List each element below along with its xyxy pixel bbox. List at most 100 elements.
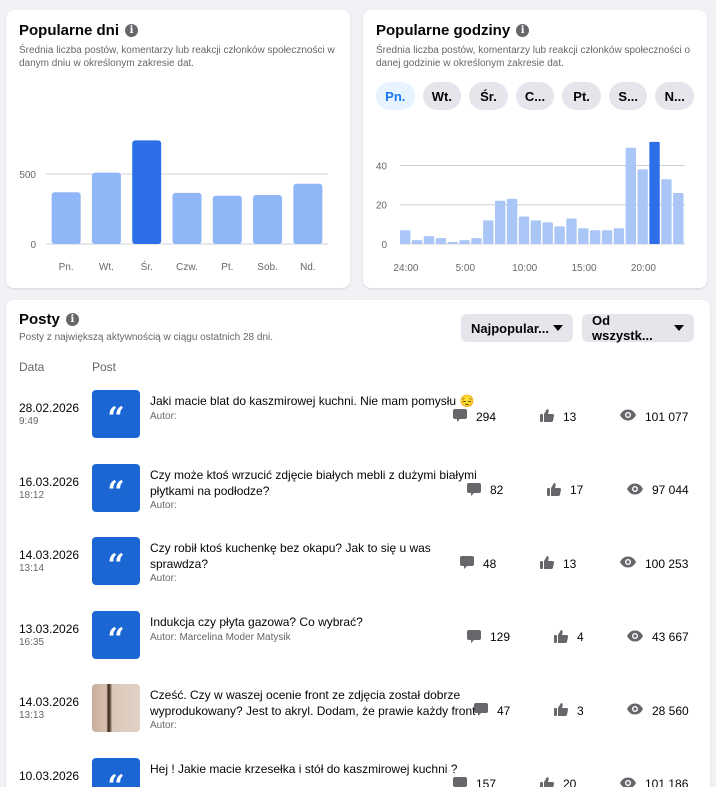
x-tick-label: 5:00 — [456, 263, 476, 274]
post-text[interactable]: Cześć. Czy w waszej ocenie front ze zdję… — [150, 687, 490, 719]
column-header-date[interactable]: Data — [19, 360, 44, 374]
reactions-stat: 17 — [546, 481, 583, 500]
comments-count: 157 — [476, 777, 497, 787]
eye-icon — [626, 628, 652, 647]
reactions-stat: 4 — [553, 628, 584, 647]
hour-bar — [447, 242, 458, 244]
thumbs-up-icon — [553, 701, 577, 720]
reactions-count: 17 — [570, 483, 584, 497]
sort-dropdown[interactable]: Najpopular... — [461, 314, 573, 342]
post-row[interactable]: 16.03.2026 18:12 “ Czy może ktoś wrzucić zd… — [6, 458, 702, 518]
thumbs-up-icon — [553, 628, 577, 647]
post-text[interactable]: Hej ! Jakie macie krzesełka i stół do ka… — [150, 761, 490, 777]
bar-Nd. — [293, 183, 323, 244]
post-text[interactable]: Czy może ktoś wrzucić zdjęcie białych me… — [150, 467, 490, 499]
comment-icon — [452, 775, 476, 787]
days-bar-chart: 0 500 Pn. Wt. Śr. Czw. Pt. Sob. Nd. — [19, 140, 328, 273]
quote-icon[interactable]: “ — [92, 463, 140, 512]
day-tab[interactable]: N... — [655, 82, 695, 110]
bar-Czw. — [172, 192, 202, 244]
hour-bar — [518, 216, 530, 244]
caret-down-icon — [553, 325, 563, 331]
reactions-count: 4 — [577, 630, 584, 644]
quote-icon[interactable]: “ — [92, 757, 140, 787]
views-count: 43 667 — [652, 630, 689, 644]
post-row[interactable]: 10.03.2026 “ Hej ! Jakie macie krzesełka i… — [6, 752, 702, 787]
hour-bar — [566, 218, 577, 244]
hour-bar — [554, 226, 565, 244]
x-tick-label: 20:00 — [631, 263, 656, 274]
views-stat: 28 560 — [626, 701, 689, 720]
day-tab[interactable]: Pn. — [376, 82, 415, 110]
range-dropdown[interactable]: Od wszystk... — [582, 313, 694, 343]
y-tick-label: 20 — [376, 201, 388, 212]
day-tab[interactable]: Pt. — [562, 82, 601, 110]
x-tick-label: Wt. — [99, 262, 114, 273]
post-row[interactable]: 14.03.2026 13:14 “ Czy robił ktoś kuchenkę … — [6, 531, 702, 591]
post-text[interactable]: Jaki macie blat do kaszmirowej kuchni. N… — [150, 393, 490, 409]
hour-bar — [613, 228, 625, 244]
reactions-count: 13 — [563, 409, 577, 424]
post-author: Autor: Marcelina Moder Matysik — [150, 631, 291, 643]
hour-bar — [578, 228, 589, 244]
reactions-stat: 13 — [539, 554, 576, 573]
post-image-thumbnail[interactable] — [92, 684, 140, 732]
day-tab[interactable]: Śr. — [469, 82, 508, 110]
post-row[interactable]: 13.03.2026 16:35 “ Indukcja czy płyta gazow… — [6, 605, 702, 665]
views-count: 101 186 — [645, 777, 689, 787]
quote-icon[interactable]: “ — [92, 610, 140, 659]
range-dropdown-label: Od wszystk... — [592, 313, 653, 343]
info-icon[interactable]: i — [125, 24, 139, 37]
eye-icon — [626, 701, 652, 720]
thumbs-up-icon — [539, 554, 563, 573]
info-icon[interactable]: i — [65, 313, 79, 326]
post-row[interactable]: 28.02.2026 9:49 “ Jaki macie blat do kaszmi… — [6, 384, 702, 444]
quote-icon[interactable]: “ — [92, 537, 140, 585]
x-tick-label: Nd. — [300, 262, 316, 273]
x-tick-label: 10:00 — [512, 263, 537, 274]
column-header-post: Post — [92, 360, 117, 374]
info-icon[interactable]: i — [516, 24, 530, 37]
quote-icon[interactable]: “ — [92, 390, 140, 438]
hour-bar — [661, 179, 672, 244]
comment-icon — [466, 628, 490, 647]
post-time: 13:14 — [19, 563, 45, 574]
post-date: 14.03.2026 — [19, 548, 80, 562]
bar-Pn. — [51, 192, 81, 244]
views-count: 28 560 — [652, 703, 689, 718]
eye-icon — [619, 775, 645, 787]
hour-bar — [471, 238, 482, 244]
reactions-stat: 20 — [539, 775, 576, 787]
posts-title: Posty — [19, 311, 60, 328]
hour-bar — [423, 236, 435, 244]
post-row[interactable]: 14.03.2026 13:13 Cześć. Czy w waszej oceni… — [6, 678, 702, 738]
day-tab[interactable]: C... — [515, 82, 555, 110]
eye-icon — [626, 481, 652, 500]
post-date: 28.02.2026 — [19, 401, 80, 415]
x-tick-label: Pn. — [59, 262, 74, 273]
reactions-count: 3 — [577, 703, 584, 718]
reactions-stat: 13 — [539, 407, 576, 426]
day-tab[interactable]: S... — [608, 82, 648, 110]
popular-hours-card: Popularne godziny i Średnia liczba postó… — [363, 10, 707, 288]
day-tab[interactable]: Wt. — [422, 82, 462, 110]
y-tick-label: 40 — [376, 161, 388, 172]
views-count: 100 253 — [645, 556, 689, 571]
comment-icon — [459, 554, 483, 573]
post-time: 13:13 — [19, 710, 45, 721]
views-stat: 101 077 — [619, 407, 688, 426]
x-tick-label: Śr. — [141, 260, 153, 273]
post-text[interactable]: Indukcja czy płyta gazowa? Co wybrać? — [150, 614, 490, 630]
sort-dropdown-label: Najpopular... — [471, 320, 550, 336]
y-tick-label: 0 — [381, 240, 387, 251]
hour-bar — [483, 220, 494, 244]
views-count: 97 044 — [652, 483, 689, 497]
hour-bar — [601, 230, 613, 244]
views-stat: 100 253 — [619, 554, 688, 573]
popular-hours-title: Popularne godziny — [376, 22, 511, 39]
popular-days-subtitle: Średnia liczba postów, komentarzy lub re… — [19, 45, 335, 69]
comment-icon — [473, 701, 497, 720]
post-text[interactable]: Czy robił ktoś kuchenkę bez okapu? Jak t… — [150, 540, 490, 572]
eye-icon — [619, 407, 645, 426]
hour-bar — [625, 147, 636, 244]
